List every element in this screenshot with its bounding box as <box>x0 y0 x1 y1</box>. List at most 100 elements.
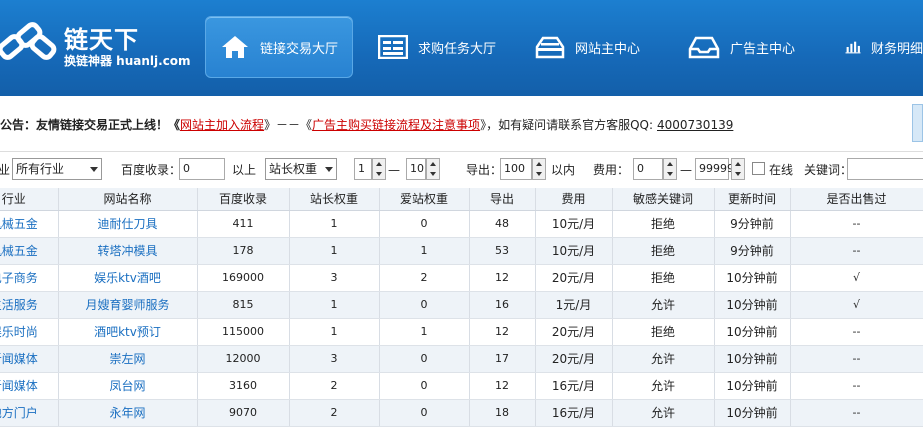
sold-status-cell: √ <box>790 264 923 292</box>
fee-min-stepper[interactable] <box>663 158 677 180</box>
weight-min-input[interactable]: 1 <box>354 158 372 180</box>
col-header-aizhan-weight[interactable]: 爱站权重 <box>379 188 470 211</box>
industry-cell[interactable]: 娱乐时尚 <box>0 318 59 346</box>
site-name-link[interactable]: 凤台网 <box>58 372 198 400</box>
export-cell: 48 <box>469 210 536 238</box>
industry-select-value: 所有行业 <box>16 162 65 176</box>
table-row[interactable]: 新闻媒体崇左网12000301720元/月允许10分钟前-- <box>0 345 923 373</box>
aizhan-weight-cell: 1 <box>379 237 470 265</box>
nav-link-advertiser-center[interactable]: 广告主中心 <box>688 16 808 78</box>
industry-cell[interactable]: 电子商务 <box>0 264 59 292</box>
fee-cell: 10元/月 <box>535 237 613 265</box>
baidu-index-input[interactable]: 0 <box>179 158 225 180</box>
nav-link-finance[interactable]: 财务明细 <box>845 16 923 78</box>
updated-time-cell: 9分钟前 <box>714 237 791 265</box>
industry-select[interactable]: 所有行业 <box>12 158 102 180</box>
nav-link-purchase-tasks[interactable]: 求购任务大厅 <box>378 16 518 78</box>
sold-status-cell: -- <box>790 399 923 427</box>
sold-status-cell: √ <box>790 291 923 319</box>
industry-cell[interactable]: 新闻媒体 <box>0 372 59 400</box>
sold-status-cell: -- <box>790 372 923 400</box>
col-header-sensitive-keywords[interactable]: 敏感关键词 <box>612 188 715 211</box>
fee-cell: 20元/月 <box>535 264 613 292</box>
table-row[interactable]: 电子商务娱乐ktv酒吧169000321220元/月拒绝10分钟前√ <box>0 264 923 292</box>
fee-cell: 10元/月 <box>535 210 613 238</box>
owner-weight-cell: 1 <box>289 318 380 346</box>
table-row[interactable]: 机械五金转塔冲模具178115310元/月拒绝9分钟前-- <box>0 237 923 265</box>
sold-status-cell: -- <box>790 345 923 373</box>
fee-min-input[interactable]: 0 <box>633 158 663 180</box>
weight-min-stepper[interactable] <box>372 158 386 180</box>
sensitive-keyword-cell: 允许 <box>612 291 715 319</box>
site-owner-join-link[interactable]: 网站主加入流程 <box>180 118 264 132</box>
nav-link-site-owner-center[interactable]: 网站主中心 <box>535 16 655 78</box>
export-cell: 12 <box>469 264 536 292</box>
fee-max-stepper[interactable] <box>731 158 745 180</box>
nav-link-trading-hall[interactable]: 链接交易大厅 <box>205 16 353 78</box>
col-header-updated[interactable]: 更新时间 <box>714 188 791 211</box>
sensitive-keyword-cell: 拒绝 <box>612 264 715 292</box>
updated-time-cell: 10分钟前 <box>714 264 791 292</box>
site-name-link[interactable]: 永年网 <box>58 399 198 427</box>
industry-cell[interactable]: 地方门户 <box>0 399 59 427</box>
table-row[interactable]: 机械五金迪耐仕刀具411104810元/月拒绝9分钟前-- <box>0 210 923 238</box>
online-label: 在线 <box>769 163 794 177</box>
support-qq-link[interactable]: 4000730139 <box>657 118 733 132</box>
bar-chart-icon <box>845 41 861 54</box>
site-name-link[interactable]: 崇左网 <box>58 345 198 373</box>
chevron-down-icon <box>90 167 98 172</box>
site-name-link[interactable]: 转塔冲模具 <box>58 237 198 265</box>
updated-time-cell: 9分钟前 <box>714 210 791 238</box>
owner-weight-cell: 1 <box>289 210 380 238</box>
owner-weight-cell: 3 <box>289 345 380 373</box>
table-row[interactable]: 娱乐时尚酒吧ktv预订115000111220元/月拒绝10分钟前-- <box>0 318 923 346</box>
site-name-link[interactable]: 娱乐ktv酒吧 <box>58 264 198 292</box>
table-row[interactable]: 生活服务月嫂育婴师服务81510161元/月允许10分钟前√ <box>0 291 923 319</box>
col-header-baidu-index[interactable]: 百度收录 <box>197 188 290 211</box>
col-header-fee[interactable]: 费用 <box>535 188 613 211</box>
brand-name: 链天下 <box>64 26 139 54</box>
keyword-input[interactable] <box>847 158 923 180</box>
list-icon <box>378 35 408 59</box>
export-cell: 12 <box>469 372 536 400</box>
owner-weight-cell: 2 <box>289 372 380 400</box>
weight-max-input[interactable]: 10 <box>406 158 426 180</box>
table-row[interactable]: 地方门户永年网9070201816元/月允许10分钟前-- <box>0 399 923 427</box>
filter-bar: 业： 所有行业 百度收录： 0 以上 站长权重 1 — 10 导出： 100 以… <box>0 152 923 188</box>
col-header-sold-before[interactable]: 是否出售过 <box>790 188 923 211</box>
owner-weight-cell: 2 <box>289 399 380 427</box>
col-header-site-name[interactable]: 网站名称 <box>58 188 198 211</box>
industry-cell[interactable]: 生活服务 <box>0 291 59 319</box>
fee-cell: 20元/月 <box>535 345 613 373</box>
logo[interactable]: 链天下 换链神器 huanlj.com <box>0 12 200 72</box>
home-icon <box>221 36 248 58</box>
industry-cell[interactable]: 机械五金 <box>0 210 59 238</box>
sensitive-keyword-cell: 允许 <box>612 399 715 427</box>
advertiser-guide-link[interactable]: 广告主购买链接流程及注意事项 <box>312 118 480 132</box>
updated-time-cell: 10分钟前 <box>714 372 791 400</box>
announcement-prefix: 公告：友情链接交易正式上线！《 <box>0 118 181 132</box>
export-cell: 17 <box>469 345 536 373</box>
inbox-icon <box>688 36 720 59</box>
weight-type-select[interactable]: 站长权重 <box>265 158 337 180</box>
sensitive-keyword-cell: 允许 <box>612 372 715 400</box>
col-header-export[interactable]: 导出 <box>469 188 536 211</box>
site-name-link[interactable]: 酒吧ktv预订 <box>58 318 198 346</box>
export-links-stepper[interactable] <box>532 158 546 180</box>
fee-max-input[interactable]: 99999 <box>695 158 734 180</box>
site-name-link[interactable]: 月嫂育婴师服务 <box>58 291 198 319</box>
nav-label: 网站主中心 <box>575 41 641 57</box>
industry-cell[interactable]: 新闻媒体 <box>0 345 59 373</box>
export-links-input[interactable]: 100 <box>500 158 532 180</box>
weight-max-stepper[interactable] <box>426 158 440 180</box>
online-checkbox[interactable] <box>752 162 765 175</box>
table-row[interactable]: 新闻媒体凤台网3160201216元/月允许10分钟前-- <box>0 372 923 400</box>
col-header-industry[interactable]: 行业 <box>0 188 59 211</box>
industry-cell[interactable]: 机械五金 <box>0 237 59 265</box>
site-name-link[interactable]: 迪耐仕刀具 <box>58 210 198 238</box>
aizhan-weight-cell: 0 <box>379 372 470 400</box>
export-cell: 18 <box>469 399 536 427</box>
col-header-owner-weight[interactable]: 站长权重 <box>289 188 380 211</box>
chevron-down-icon <box>325 167 333 172</box>
side-panel-tab[interactable] <box>912 104 923 142</box>
